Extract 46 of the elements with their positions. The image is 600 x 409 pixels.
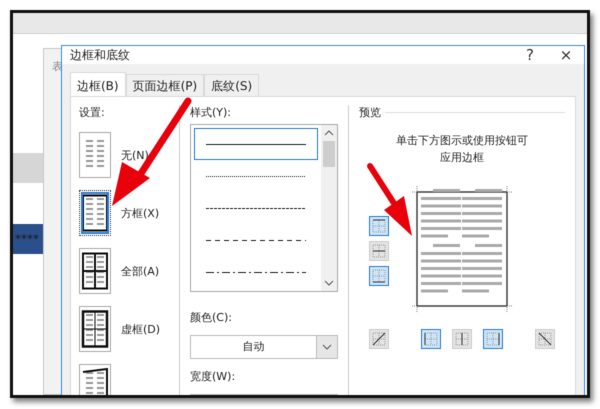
setting-preset[interactable]	[79, 248, 111, 294]
width-label: 宽度(W):	[190, 369, 236, 384]
top-border-button[interactable]	[369, 216, 389, 236]
box-border-icon	[81, 194, 109, 232]
help-button[interactable]: ?	[512, 46, 548, 64]
border-icon	[423, 331, 439, 347]
line-style-list[interactable]	[190, 124, 338, 292]
border-icon	[371, 331, 387, 347]
tab[interactable]: 底纹(S)	[204, 74, 260, 96]
border-icon	[537, 331, 553, 347]
border-icon	[371, 218, 387, 234]
setting-option[interactable]: 虚框(D)	[79, 306, 179, 352]
border-icon	[371, 243, 387, 259]
style-label: 样式(Y):	[190, 105, 232, 120]
color-dropdown[interactable]: 自动	[190, 335, 338, 359]
border-icon	[454, 331, 470, 347]
preview-hint: 单击下方图示或使用按钮可 应用边框	[395, 133, 529, 166]
preview-label: 预览	[359, 105, 381, 120]
all-borders-icon	[81, 252, 109, 290]
border-icon	[485, 331, 501, 347]
tab[interactable]: 页面边框(P)	[126, 74, 204, 96]
setting-preset[interactable]	[79, 306, 111, 352]
setting-option[interactable]: 无(N)	[79, 132, 179, 178]
bottom-border-button[interactable]	[369, 266, 389, 286]
close-button[interactable]: ×	[548, 46, 584, 64]
right-border-button[interactable]	[483, 329, 503, 349]
setting-preset[interactable]	[79, 190, 111, 236]
scrollbar[interactable]	[321, 125, 337, 291]
custom-border-icon	[81, 368, 109, 395]
row-text: ****	[14, 232, 39, 246]
settings-label: 设置:	[79, 105, 106, 120]
chevron-down-icon	[322, 344, 332, 350]
left-border-button[interactable]	[421, 329, 441, 349]
diagonal-up-button[interactable]	[369, 329, 389, 349]
border-icon	[371, 268, 387, 284]
setting-option[interactable]: 全部(A)	[79, 248, 179, 294]
color-label: 颜色(C):	[190, 310, 233, 325]
middle-border-button[interactable]	[369, 241, 389, 261]
tab[interactable]: 边框(B)	[70, 72, 126, 96]
diagonal-down-button[interactable]	[535, 329, 555, 349]
center-border-button[interactable]	[452, 329, 472, 349]
setting-option[interactable]: 方框(X)	[79, 190, 179, 236]
line-style-option[interactable]	[194, 128, 318, 160]
dialog-title: 边框和底纹	[70, 46, 131, 64]
scroll-thumb[interactable]	[323, 141, 335, 167]
grid-border-icon	[81, 310, 109, 348]
